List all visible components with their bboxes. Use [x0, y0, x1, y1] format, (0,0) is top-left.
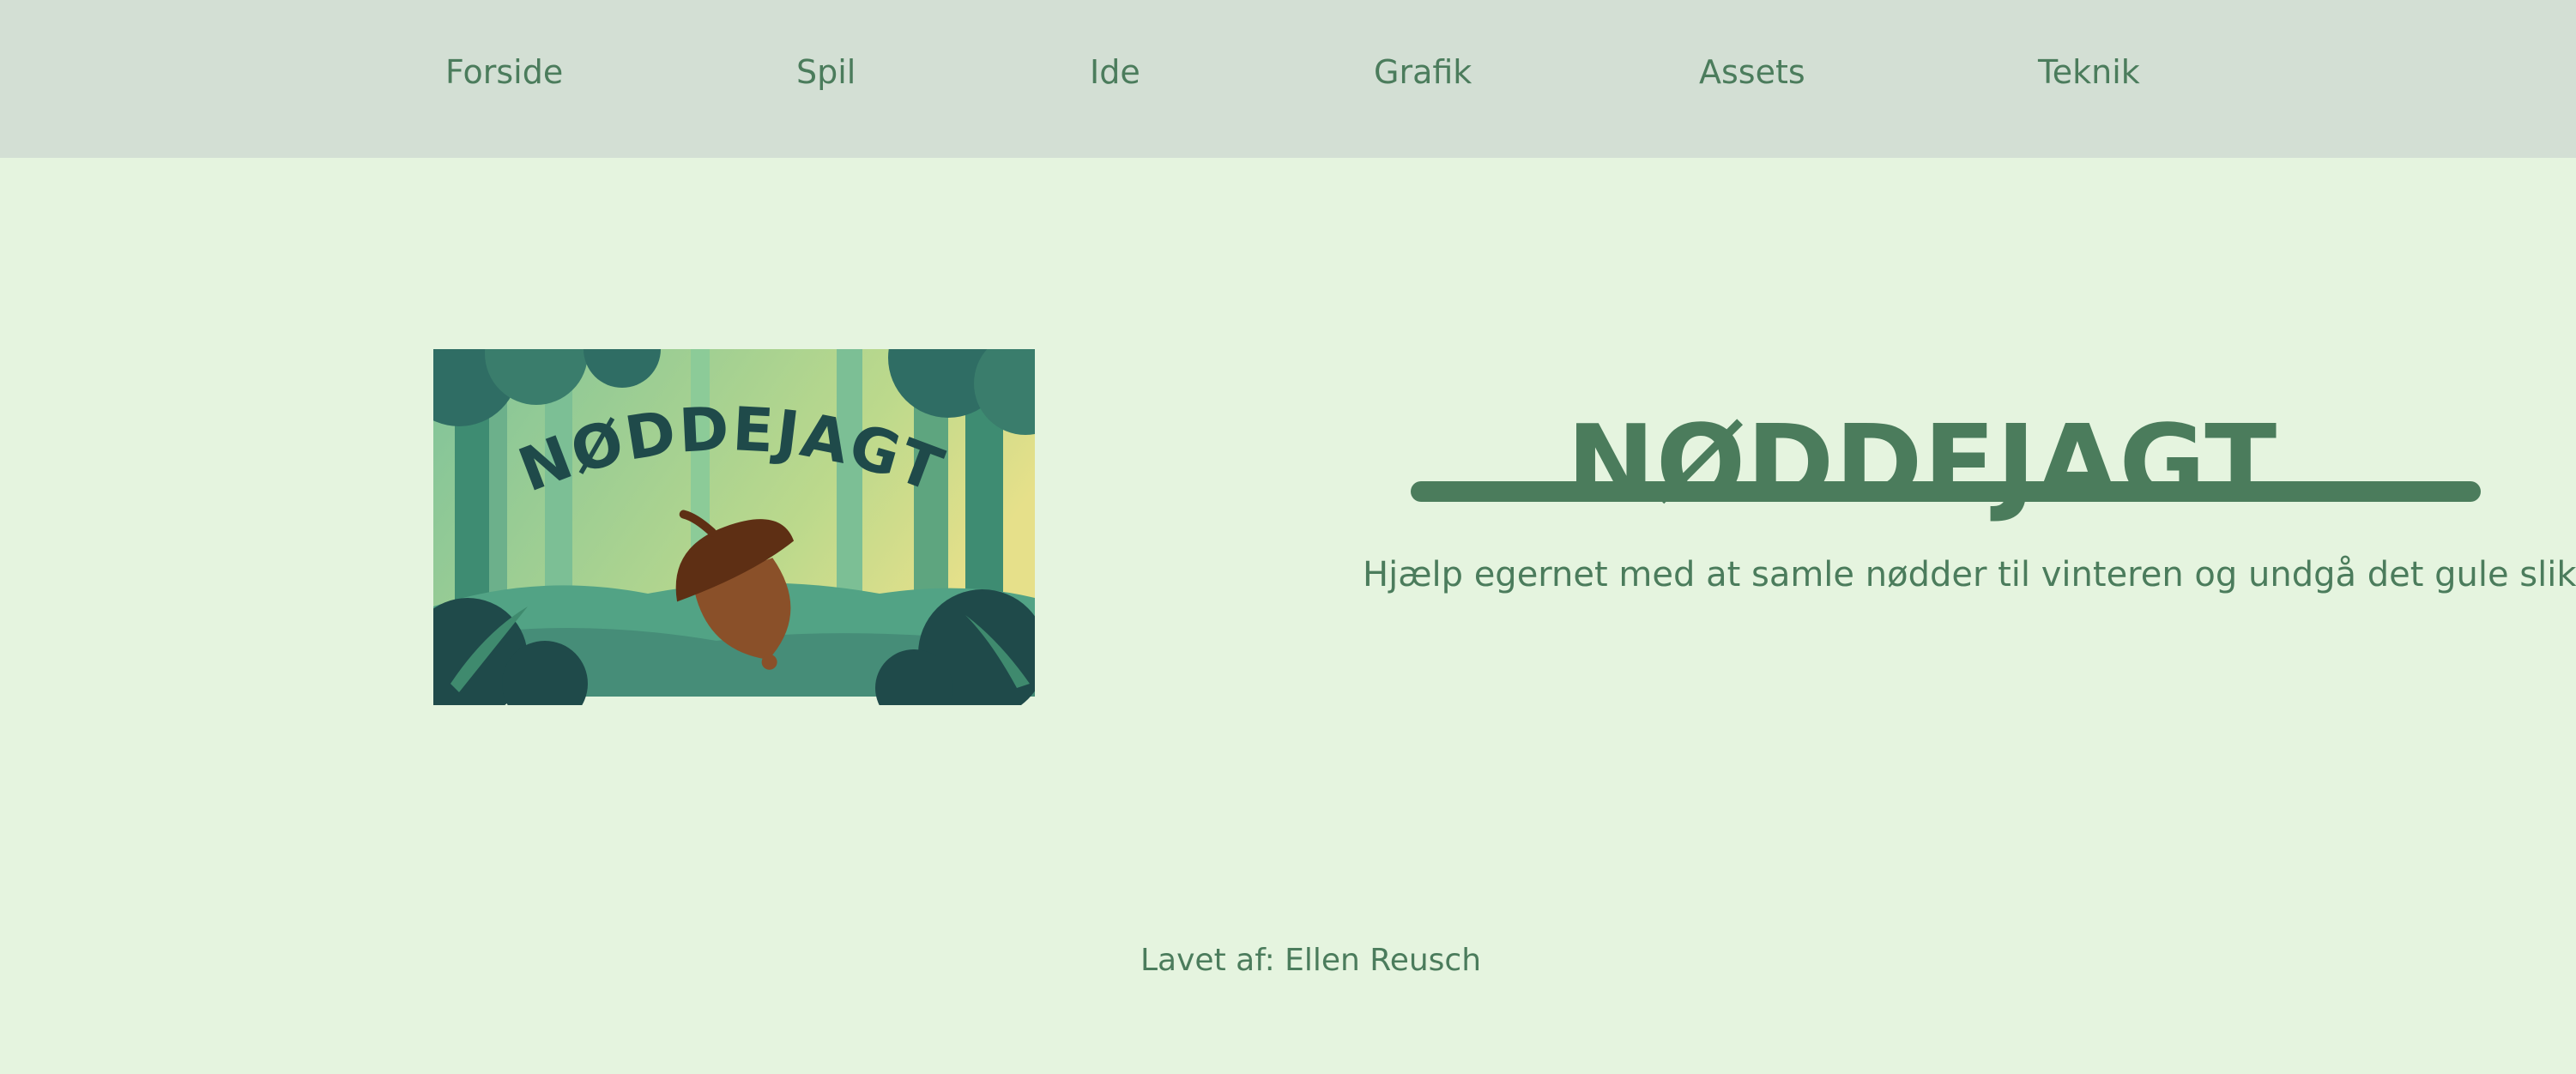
nav-item-grafik[interactable]: Grafik	[1374, 51, 1472, 93]
nav-item-spil[interactable]: Spil	[796, 51, 856, 93]
acorn-forest-logo: NØDDEJAGT	[433, 349, 1035, 705]
game-tagline: Hjælp egernet med at samle nødder til vi…	[1363, 555, 2576, 594]
footer-credit: Lavet af: Ellen Reusch	[1140, 943, 1482, 978]
top-navigation: Forside Spil Ide Grafik Assets Teknik	[0, 0, 2576, 158]
nav-item-ide[interactable]: Ide	[1090, 51, 1140, 93]
game-logo-image: NØDDEJAGT	[433, 349, 1035, 705]
page-title: NØDDEJAGT	[1566, 403, 2278, 527]
nav-item-assets[interactable]: Assets	[1699, 51, 1805, 93]
title-divider	[1411, 481, 2481, 502]
nav-item-forside[interactable]: Forside	[445, 51, 563, 93]
nav-item-teknik[interactable]: Teknik	[2038, 51, 2140, 93]
